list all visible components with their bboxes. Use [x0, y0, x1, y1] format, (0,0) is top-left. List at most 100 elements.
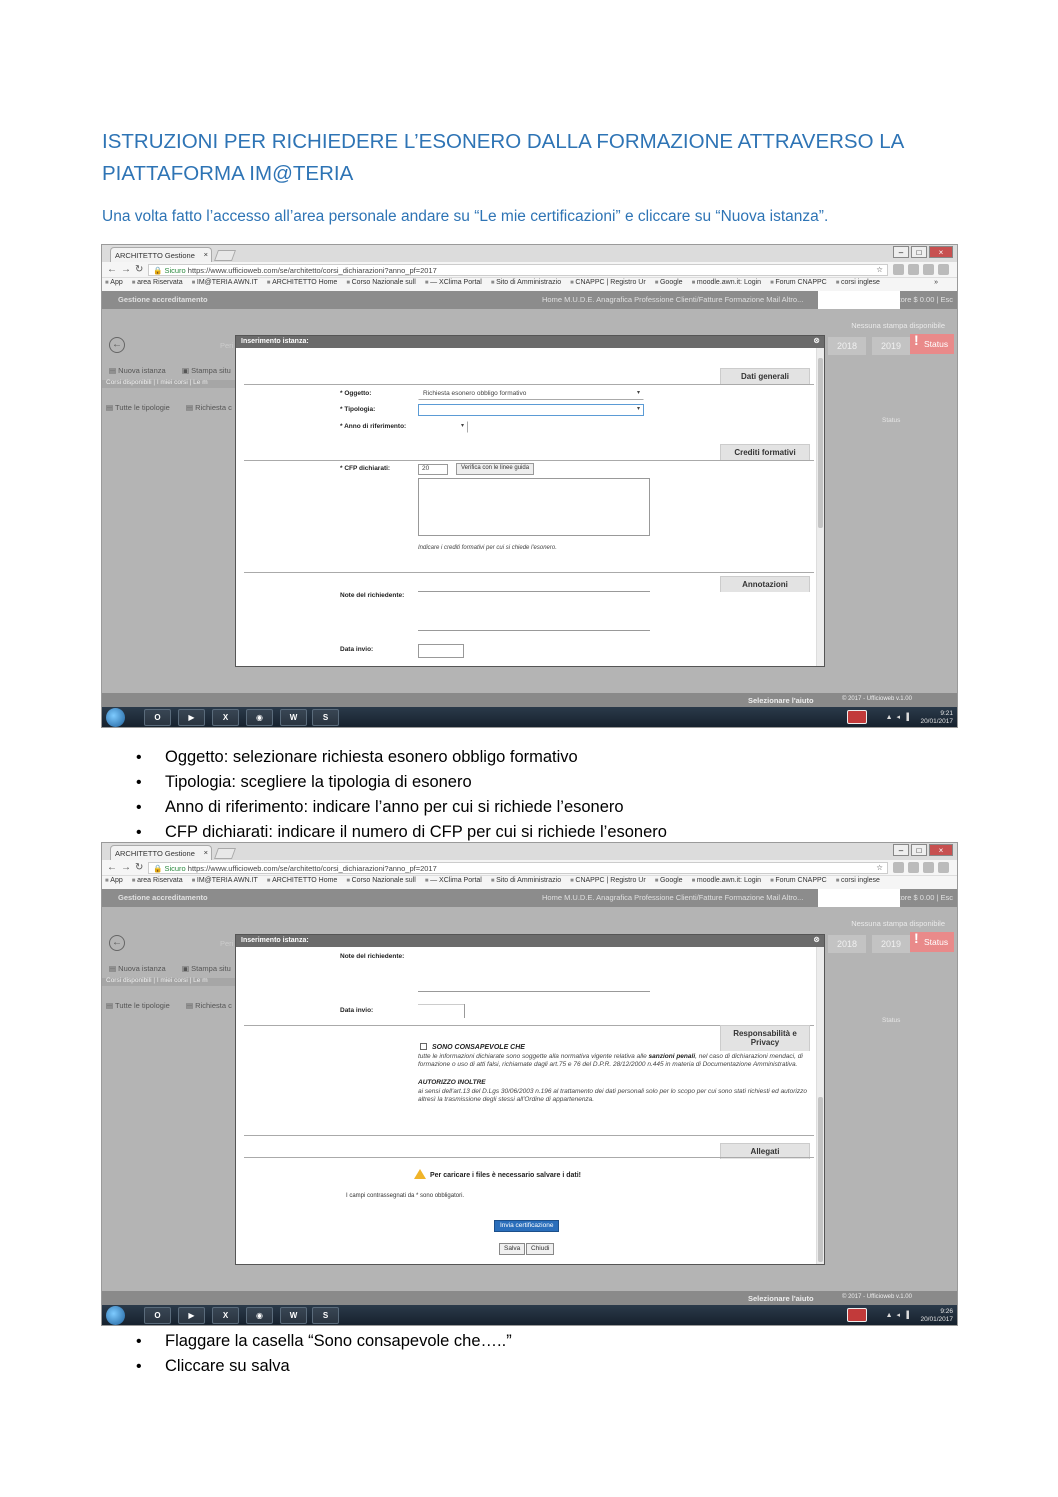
- modal-scrollbar[interactable]: [816, 348, 824, 666]
- bookmark[interactable]: Forum CNAPPC: [770, 279, 827, 286]
- anno-select[interactable]: ▾: [418, 421, 468, 433]
- skype-icon[interactable]: S: [312, 709, 339, 726]
- new-request-link[interactable]: ▤ Nuova istanza: [109, 964, 166, 973]
- help-selector[interactable]: Selezionare l'aiuto: [748, 696, 814, 705]
- tray-flag-icon[interactable]: [847, 710, 867, 724]
- bookmark[interactable]: Corso Nazionale sull: [346, 877, 416, 884]
- clock[interactable]: 9:26 20/01/2017: [920, 1308, 953, 1324]
- bookmark[interactable]: Sito di Amministrazio: [491, 279, 561, 286]
- menu-icon[interactable]: [938, 264, 949, 275]
- word-icon[interactable]: W: [280, 709, 307, 726]
- browser-tab[interactable]: ARCHITETTO Gestione ×: [110, 247, 212, 262]
- year-2018-button[interactable]: 2018: [828, 935, 866, 953]
- scrollbar-thumb[interactable]: [818, 1097, 823, 1262]
- star-icon[interactable]: ☆: [876, 265, 883, 274]
- year-2018-button[interactable]: 2018: [828, 337, 866, 355]
- bookmark[interactable]: Google: [655, 877, 683, 884]
- bookmark[interactable]: ARCHITETTO Home: [267, 877, 338, 884]
- bookmark[interactable]: CNAPPC | Registro Ur: [570, 279, 646, 286]
- bookmark[interactable]: — XClima Portal: [425, 877, 482, 884]
- bookmarks-more[interactable]: »: [934, 279, 938, 286]
- extension-icon[interactable]: [893, 264, 904, 275]
- awareness-checkbox[interactable]: [420, 1043, 427, 1050]
- modal-close-icon[interactable]: ⊗: [813, 336, 820, 345]
- window-close-icon[interactable]: ×: [929, 246, 953, 258]
- bookmark[interactable]: Corso Nazionale sull: [346, 279, 416, 286]
- bookmark[interactable]: moodle.awn.it: Login: [692, 279, 762, 286]
- modal-scrollbar[interactable]: [816, 947, 824, 1264]
- app-menu[interactable]: Home M.U.D.E. Anagrafica Professione Cli…: [542, 295, 803, 304]
- maximize-icon[interactable]: □: [911, 246, 927, 258]
- request-filter[interactable]: ▤ Richiesta c: [186, 1001, 232, 1010]
- excel-icon[interactable]: X: [212, 709, 239, 726]
- excel-icon[interactable]: X: [212, 1307, 239, 1324]
- outlook-icon[interactable]: O: [144, 1307, 171, 1324]
- bookmark[interactable]: corsi inglese: [836, 877, 880, 884]
- extension-icon[interactable]: [923, 264, 934, 275]
- new-tab-button[interactable]: [213, 848, 237, 859]
- outlook-icon[interactable]: O: [144, 709, 171, 726]
- all-types-filter[interactable]: ▤ Tutte le tipologie: [106, 1001, 170, 1010]
- bookmark[interactable]: Sito di Amministrazio: [491, 877, 561, 884]
- notes-field[interactable]: [418, 991, 650, 992]
- date-input[interactable]: [418, 1004, 464, 1005]
- bookmark[interactable]: area Riservata: [132, 279, 183, 286]
- back-circle-icon[interactable]: ←: [109, 935, 125, 951]
- all-types-filter[interactable]: ▤ Tutte le tipologie: [106, 403, 170, 412]
- year-2019-button[interactable]: 2019: [872, 337, 910, 355]
- minimize-icon[interactable]: –: [893, 844, 909, 856]
- extension-icon[interactable]: [923, 862, 934, 873]
- bookmark[interactable]: IM@TERIA AWN.IT: [192, 279, 258, 286]
- courses-tabs[interactable]: Corsi disponibili | I miei corsi | Le m: [106, 977, 208, 984]
- back-circle-icon[interactable]: ←: [109, 337, 125, 353]
- scrollbar-thumb[interactable]: [818, 358, 823, 528]
- window-close-icon[interactable]: ×: [929, 844, 953, 856]
- print-link[interactable]: ▣ Stampa situ: [182, 964, 231, 973]
- clock[interactable]: 9:21 20/01/2017: [920, 710, 953, 726]
- bookmark[interactable]: Forum CNAPPC: [770, 877, 827, 884]
- close-button[interactable]: Chiudi: [526, 1243, 555, 1255]
- year-2019-button[interactable]: 2019: [872, 935, 910, 953]
- url-bar[interactable]: 🔒 Sicuro https://www.ufficioweb.com/se/a…: [148, 862, 888, 874]
- notes-field[interactable]: [418, 630, 650, 631]
- oggetto-select[interactable]: Richiesta esonero obbligo formativo ▾: [418, 388, 644, 400]
- reload-icon[interactable]: ↻: [135, 862, 143, 873]
- tray-flag-icon[interactable]: [847, 1308, 867, 1322]
- minimize-icon[interactable]: –: [893, 246, 909, 258]
- help-selector[interactable]: Selezionare l'aiuto: [748, 1294, 814, 1303]
- media-player-icon[interactable]: ▶: [178, 1307, 205, 1324]
- date-input[interactable]: [418, 644, 464, 658]
- courses-tabs[interactable]: Corsi disponibili | I miei corsi | Le m: [106, 379, 208, 386]
- cfp-input[interactable]: 20: [418, 464, 448, 475]
- bookmark[interactable]: CNAPPC | Registro Ur: [570, 877, 646, 884]
- forward-arrow-icon[interactable]: →: [121, 264, 131, 275]
- save-button[interactable]: Salva: [499, 1243, 526, 1255]
- status-button[interactable]: Status: [910, 332, 954, 354]
- bookmark[interactable]: — XClima Portal: [425, 279, 482, 286]
- close-tab-icon[interactable]: ×: [204, 848, 208, 857]
- cfp-textarea[interactable]: [418, 478, 650, 536]
- verify-guidelines-button[interactable]: Verifica con le linee guida: [456, 463, 535, 475]
- forward-arrow-icon[interactable]: →: [121, 862, 131, 873]
- chrome-icon[interactable]: ◉: [246, 1307, 273, 1324]
- bookmark[interactable]: App: [105, 279, 123, 286]
- awareness-checkbox-row[interactable]: SONO CONSAPEVOLE CHE: [420, 1043, 525, 1051]
- tipologia-select[interactable]: ▾: [418, 404, 644, 416]
- bookmark[interactable]: Google: [655, 279, 683, 286]
- maximize-icon[interactable]: □: [911, 844, 927, 856]
- send-certification-button[interactable]: Invia certificazione: [494, 1220, 560, 1232]
- star-icon[interactable]: ☆: [876, 863, 883, 872]
- extension-icon[interactable]: [893, 862, 904, 873]
- bookmark[interactable]: IM@TERIA AWN.IT: [192, 877, 258, 884]
- bookmark[interactable]: moodle.awn.it: Login: [692, 877, 762, 884]
- chrome-icon[interactable]: ◉: [246, 709, 273, 726]
- extension-icon[interactable]: [908, 264, 919, 275]
- new-request-link[interactable]: ▤ Nuova istanza: [109, 366, 166, 375]
- url-bar[interactable]: 🔒 Sicuro https://www.ufficioweb.com/se/a…: [148, 264, 888, 276]
- word-icon[interactable]: W: [280, 1307, 307, 1324]
- windows-start-icon[interactable]: [106, 708, 125, 727]
- close-tab-icon[interactable]: ×: [204, 250, 208, 259]
- media-player-icon[interactable]: ▶: [178, 709, 205, 726]
- bookmark[interactable]: ARCHITETTO Home: [267, 279, 338, 286]
- skype-icon[interactable]: S: [312, 1307, 339, 1324]
